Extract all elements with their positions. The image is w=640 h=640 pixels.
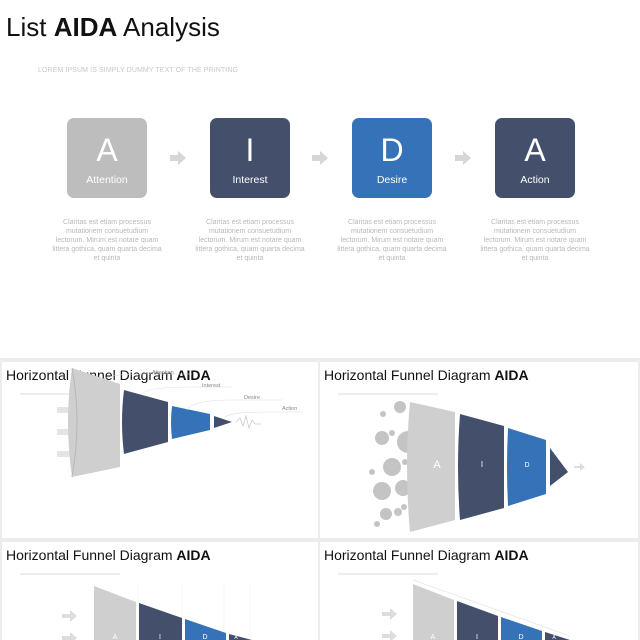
arrow-right-icon <box>455 151 471 165</box>
step-description: Claritas est etiam processus mutationem … <box>52 219 162 262</box>
funnel-diagram: AIDA <box>62 584 252 640</box>
funnel-letter: I <box>476 634 478 640</box>
label-interest: Interest <box>202 383 221 389</box>
funnel-letter: I <box>159 634 161 640</box>
step-action: A Action <box>495 118 575 198</box>
thumbnail-funnel-2[interactable]: Horizontal Funnel Diagram AIDA AID <box>320 362 638 538</box>
step-desire: D Desire <box>352 118 432 198</box>
arrow-right-icon <box>312 151 328 165</box>
step-interest: I Interest <box>210 118 290 198</box>
funnel-letter: D <box>202 634 207 640</box>
funnel-diagram: AIDA <box>382 579 571 640</box>
funnel-diagram: Attention Interest Desire Action <box>57 367 302 478</box>
funnel-letter: I <box>481 460 483 469</box>
arrow-right-icon <box>170 151 186 165</box>
page-title: List AIDA Analysis <box>6 12 220 42</box>
thumbnail-funnel-1[interactable]: Horizontal Funnel Diagram AIDA Attention… <box>2 362 318 538</box>
step-description: Claritas est etiam processus mutationem … <box>195 219 305 262</box>
step-description: Claritas est etiam processus mutationem … <box>480 219 590 262</box>
funnel-diagram: AID <box>369 401 585 532</box>
step-description: Claritas est etiam processus mutationem … <box>337 219 447 262</box>
funnel-letter: D <box>518 634 523 640</box>
funnel-letter: D <box>524 462 529 469</box>
thumbnail-funnel-3[interactable]: Horizontal Funnel Diagram AIDA AIDA <box>2 542 318 640</box>
main-slide[interactable]: List AIDA Analysis LOREM IPSUM IS SIMPLY… <box>0 0 640 358</box>
funnel-letter: A <box>433 459 441 471</box>
subtitle: LOREM IPSUM IS SIMPLY DUMMY TEXT OF THE … <box>38 67 239 74</box>
label-action: Action <box>282 406 297 412</box>
funnel-letter: A <box>431 634 436 640</box>
label-attention: Attention <box>152 370 174 376</box>
step-attention: A Attention <box>67 118 147 198</box>
funnel-letter: A <box>113 634 118 640</box>
thumbnail-funnel-4[interactable]: Horizontal Funnel Diagram AIDA AIDA <box>320 542 638 640</box>
label-desire: Desire <box>244 395 260 401</box>
